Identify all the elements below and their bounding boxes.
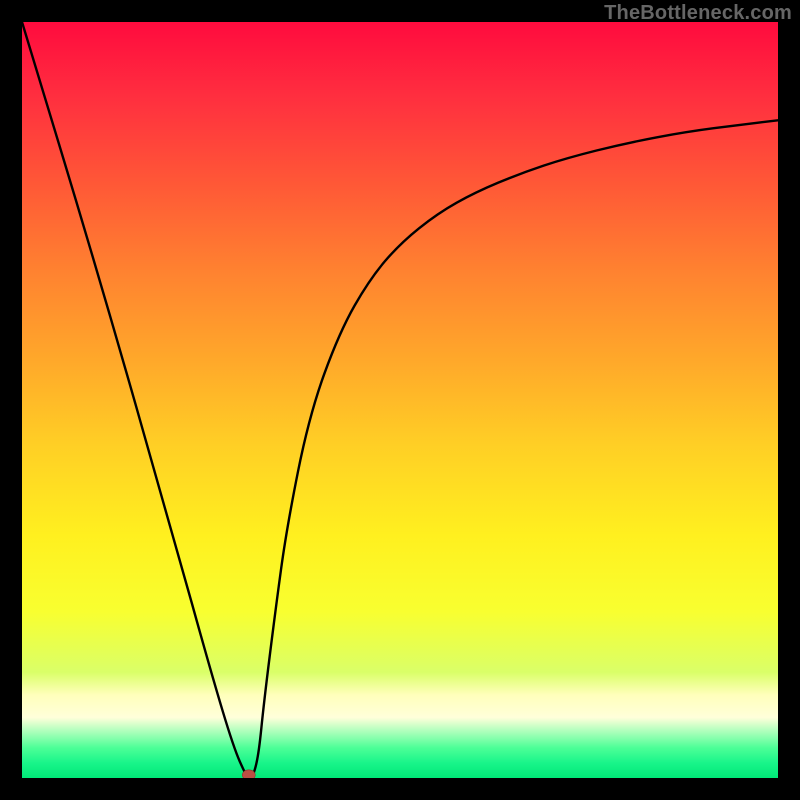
minimum-marker [242,770,255,778]
watermark-text: TheBottleneck.com [604,2,792,25]
bottleneck-curve [22,22,778,778]
chart-svg [22,22,778,778]
chart-container: TheBottleneck.com [0,0,800,800]
plot-frame [22,22,778,778]
